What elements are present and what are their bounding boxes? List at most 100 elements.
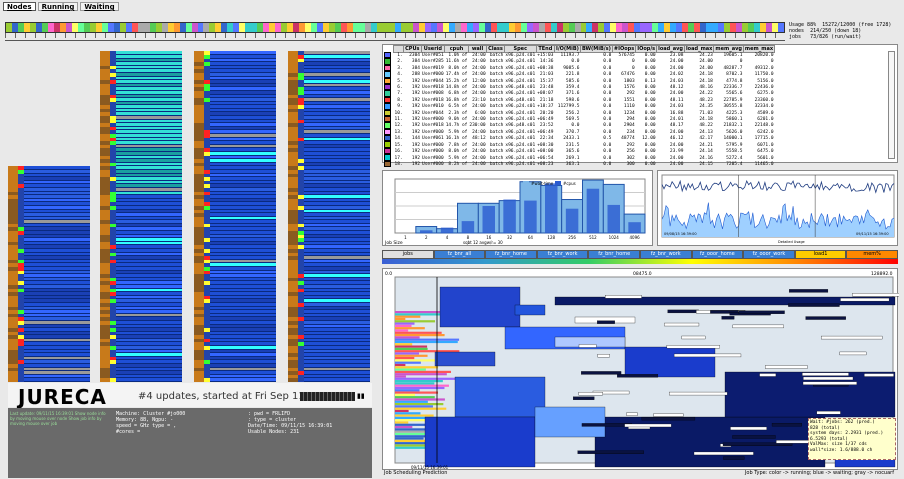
node-cell[interactable] — [116, 378, 182, 382]
table-cell: 24:00 — [472, 104, 486, 110]
column-header[interactable]: load_avg — [656, 45, 685, 53]
waiting-job-bar — [765, 365, 808, 369]
node-row[interactable] — [8, 378, 90, 382]
histogram-bar-cpus — [503, 199, 516, 233]
tab-running[interactable]: Running — [37, 2, 79, 11]
table-cell: 16. — [394, 149, 403, 155]
legend-swatch — [523, 181, 529, 185]
histogram-bar-cpus — [420, 230, 433, 233]
job-color-strip[interactable] — [5, 22, 785, 33]
machine-info: Machine: Cluster #jo000 Memory: 8B, Ngpu… — [116, 411, 246, 435]
node-row[interactable] — [194, 378, 276, 382]
column-header[interactable]: IOop/s — [635, 45, 658, 53]
table-cell: 112799.5 — [557, 104, 580, 110]
waiting-job-bar — [852, 293, 904, 297]
node-cell[interactable] — [210, 378, 276, 382]
waiting-job-bar — [771, 423, 802, 427]
table-cell: 24:00 — [472, 59, 486, 65]
waiting-job-bar — [667, 309, 699, 314]
filter-button[interactable]: jobs — [382, 250, 434, 259]
rack — [100, 51, 182, 382]
table-cell: User#000 — [422, 161, 444, 167]
filter-button[interactable]: mem% — [846, 250, 898, 259]
column-header[interactable]: #IOops — [611, 45, 637, 53]
column-header[interactable]: Spec — [503, 45, 537, 53]
table-cell: User#000 — [422, 149, 444, 155]
filter-button[interactable]: fz_bnr_home — [588, 250, 640, 259]
filter-button[interactable]: fz_ooor_work — [743, 250, 795, 259]
filter-button[interactable]: fz_ooor_home — [691, 250, 744, 259]
column-header[interactable]: mem_max — [742, 45, 776, 53]
running-job-bar — [395, 380, 443, 383]
x-tick-label: 32 — [507, 235, 513, 240]
waiting-job-block — [424, 416, 536, 468]
waiting-job-bar — [723, 456, 745, 460]
filter-button[interactable]: fz_bnr_home — [485, 250, 537, 259]
table-cell: 17.4h of — [445, 72, 468, 78]
filter-button[interactable]: fz_bnr_all — [433, 250, 486, 259]
column-header[interactable]: Userid — [420, 45, 446, 53]
column-header[interactable]: CPUs — [403, 45, 422, 53]
table-cell: 24:00 — [472, 155, 486, 161]
column-header[interactable]: wall — [467, 45, 488, 53]
running-job-bar — [395, 338, 460, 341]
filter-button[interactable]: load1 — [794, 250, 847, 259]
legend-label: #cpus — [563, 181, 576, 186]
running-job-bar — [395, 343, 413, 346]
node-row[interactable] — [288, 378, 370, 382]
legend-swatch — [555, 181, 561, 185]
node-cell[interactable] — [24, 378, 90, 382]
table-cell: 18. — [394, 161, 403, 167]
table-row[interactable]: 18. 192 User#000 8.2h of 24:00 batch x96.p24.s… — [394, 162, 775, 168]
running-job-bar — [395, 389, 420, 392]
table-cell: 24:00 — [472, 161, 486, 167]
job-list-scrollbar[interactable] — [888, 51, 895, 159]
x-tick-label: 4096 — [629, 235, 640, 240]
node-racks: Rack03Rack04Rack05Rack06 — [8, 44, 372, 389]
table-cell: x96.p24.s01 — [505, 91, 536, 97]
tab-waiting[interactable]: Waiting — [80, 2, 119, 11]
time-ruler — [5, 33, 785, 41]
table-cell: 8.2h of — [448, 161, 468, 167]
pause-icon[interactable]: ▮▮ — [357, 392, 365, 400]
strip-job-cell[interactable] — [777, 23, 784, 32]
column-header[interactable]: load_max — [683, 45, 715, 53]
x-tick-label: 1024 — [609, 235, 620, 240]
node-cell[interactable] — [304, 378, 370, 382]
trend-end-label: 09/11/15 16:39:00 — [856, 232, 889, 236]
running-job-bar — [395, 409, 409, 413]
column-header[interactable]: BW(MiB/s) — [579, 45, 613, 53]
job-color-column — [384, 52, 391, 168]
usage-summary: Usage 88% 15272/12000 (free 1728) nodes … — [789, 22, 901, 40]
filter-button[interactable]: fz_bnr_work — [639, 250, 692, 259]
waiting-job-bar — [821, 335, 883, 340]
gantt-footer-right: Job Type: color -> running; blue -> wait… — [744, 470, 894, 476]
column-header[interactable]: Class — [486, 45, 505, 53]
filter-button[interactable]: fz_bnr_work — [536, 250, 589, 259]
waiting-job-bar — [581, 371, 622, 375]
histogram-bar-cpus — [607, 204, 620, 233]
waiting-job-bar — [664, 322, 700, 327]
node-row[interactable] — [100, 378, 182, 382]
column-header[interactable]: cpuh — [444, 45, 469, 53]
waiting-job-block — [439, 286, 521, 328]
x-tick-label: 512 — [589, 235, 597, 240]
date-line: Usable Nodes: 231 — [248, 429, 300, 435]
tab-nodes[interactable]: Nodes — [3, 2, 36, 11]
waiting-job-block — [454, 376, 546, 418]
waiting-job-bar — [789, 289, 829, 293]
waiting-job-bar — [738, 310, 785, 314]
waiting-job-bar — [573, 396, 595, 400]
table-cell: 12. — [394, 123, 403, 129]
column-header[interactable]: mem_avg — [713, 45, 744, 53]
running-job-bar — [395, 331, 442, 334]
column-header[interactable]: TEnd — [535, 45, 555, 53]
column-header[interactable]: I/O(MiB) — [553, 45, 581, 53]
running-job-bar — [395, 354, 428, 357]
table-cell: x96.p24.s01 — [505, 104, 536, 110]
waiting-job-bar — [788, 303, 840, 307]
hist-footer: sqbt 12 avgw/r= 30 — [463, 240, 503, 245]
running-job-bar — [395, 407, 447, 410]
node-label — [8, 378, 18, 382]
waiting-job-bar — [624, 423, 672, 428]
